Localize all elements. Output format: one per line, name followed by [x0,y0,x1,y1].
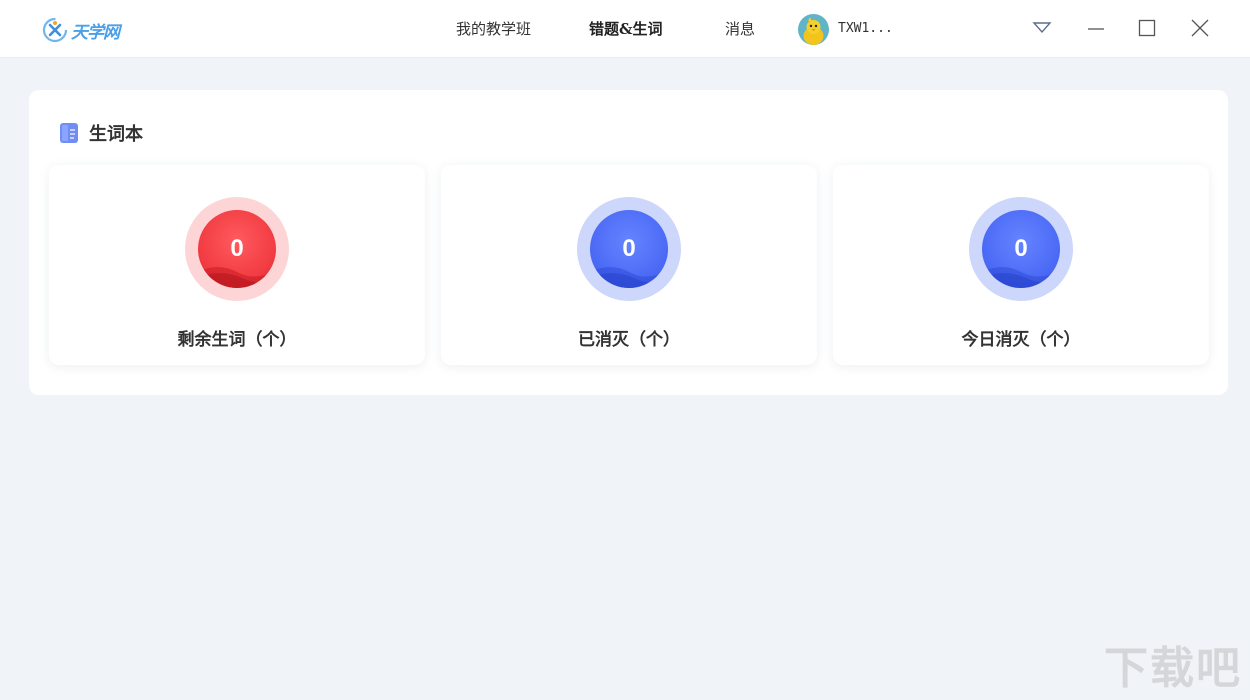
nav-messages[interactable]: 消息 [725,18,755,39]
panel-header: 生词本 [59,120,143,146]
vocabulary-panel: 生词本 0 剩余生词（个） 0 已消灭（个） 0 今日消灭（个） [29,90,1228,395]
username[interactable]: TXW1... [838,21,893,36]
title-bar: 天学网 我的教学班 错题&生词 消息 TXW1... [0,0,1250,58]
stat-value: 0 [230,235,244,262]
stat-ring: 0 [577,197,681,301]
stat-card-today[interactable]: 0 今日消灭（个） [833,165,1209,365]
avatar[interactable] [798,14,829,45]
notebook-icon [60,123,78,143]
dropdown-icon[interactable] [1030,16,1054,40]
stat-value: 0 [622,235,636,262]
minimize-icon[interactable] [1084,16,1108,40]
stat-disc: 0 [982,210,1060,288]
stat-card-remaining[interactable]: 0 剩余生词（个） [49,165,425,365]
watermark: 下载吧 [1104,643,1242,694]
panel-title: 生词本 [89,124,143,145]
logo-text: 天学网 [71,22,120,43]
stat-label: 已消灭（个） [578,330,680,350]
stat-value: 0 [1014,235,1028,262]
close-icon[interactable] [1188,16,1212,40]
app-logo: 天学网 [42,17,120,43]
stat-disc: 0 [590,210,668,288]
stat-label: 今日消灭（个） [961,330,1081,350]
stat-ring: 0 [185,197,289,301]
maximize-icon[interactable] [1135,16,1159,40]
stat-label: 剩余生词（个） [177,330,297,350]
nav-mistakes-words[interactable]: 错题&生词 [589,18,663,39]
avatar-icon [803,17,824,45]
stats-cards: 0 剩余生词（个） 0 已消灭（个） 0 今日消灭（个） [49,165,1210,365]
stat-ring: 0 [969,197,1073,301]
nav-my-class[interactable]: 我的教学班 [456,18,531,39]
stat-disc: 0 [198,210,276,288]
stat-card-eliminated[interactable]: 0 已消灭（个） [441,165,817,365]
logo-icon [42,17,68,43]
